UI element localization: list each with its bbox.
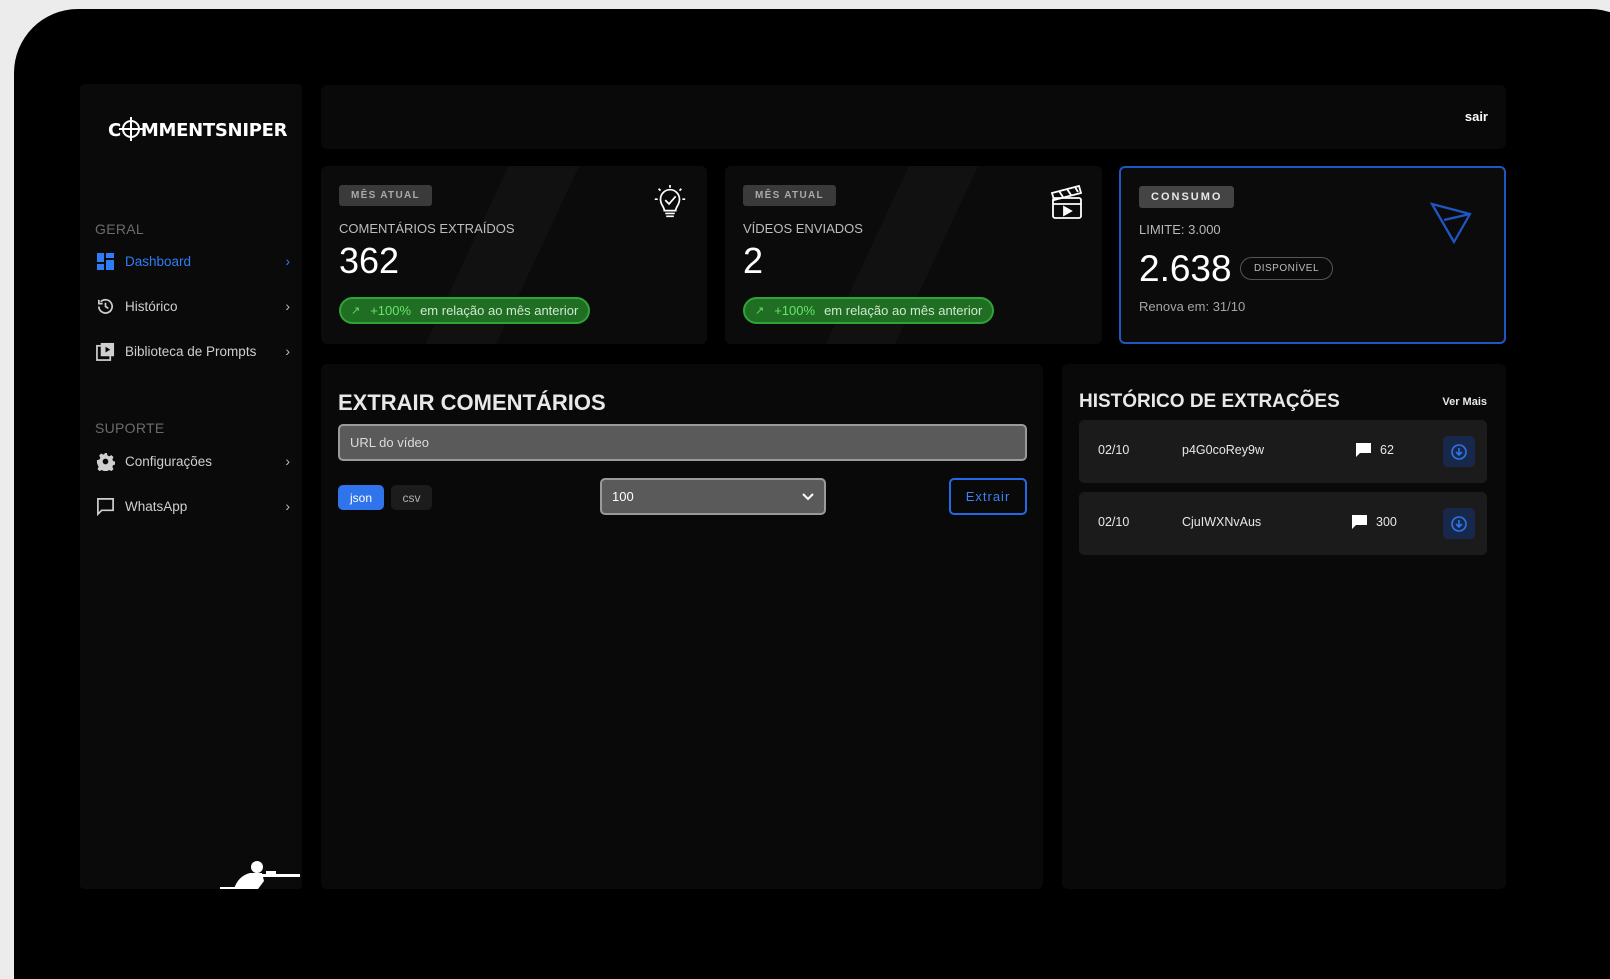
sidebar-item-label: Biblioteca de Prompts xyxy=(125,343,257,359)
extract-panel: EXTRAIR COMENTÁRIOS json csv 100 Extrair xyxy=(321,364,1043,889)
see-more-link[interactable]: Ver Mais xyxy=(1442,396,1487,408)
comment-icon xyxy=(1356,443,1371,460)
chat-icon xyxy=(95,496,115,516)
sidebar: C MMENTSNIPER GERAL Dashboard › Histórico… xyxy=(80,84,302,889)
growth-percent: +100% xyxy=(774,303,816,318)
comment-count: 62 xyxy=(1380,443,1394,457)
sidebar-item-label: Histórico xyxy=(125,298,178,314)
panel-title: EXTRAIR COMENTÁRIOS xyxy=(338,390,606,415)
renew-date: Renova em: 31/10 xyxy=(1139,299,1246,314)
stat-value: 2 xyxy=(743,240,764,281)
stat-value: 362 xyxy=(339,240,400,281)
app-frame: C MMENTSNIPER GERAL Dashboard › Histórico… xyxy=(14,9,1610,979)
extraction-date: 02/10 xyxy=(1098,515,1130,529)
video-url-input[interactable] xyxy=(338,424,1027,461)
video-id: CjuIWXNvAus xyxy=(1182,515,1262,529)
period-badge: MÊS ATUAL xyxy=(339,185,432,206)
brand-logo[interactable]: C MMENTSNIPER xyxy=(108,117,288,141)
stat-card-comments: MÊS ATUAL COMENTÁRIOS EXTRAÍDOS 362 ↗ +1… xyxy=(321,166,707,344)
comment-icon xyxy=(1352,515,1367,532)
library-play-icon xyxy=(95,341,115,361)
usage-value: 2.638 xyxy=(1139,248,1232,289)
history-panel: HISTÓRICO DE EXTRAÇÕES Ver Mais 02/10 p4… xyxy=(1062,364,1506,889)
comment-count: 300 xyxy=(1376,515,1397,529)
logout-link[interactable]: sair xyxy=(1465,109,1488,124)
video-id: p4G0coRey9w xyxy=(1182,443,1264,457)
status-badge: DISPONÍVEL xyxy=(1240,257,1334,280)
logo-text-start: C xyxy=(108,120,121,141)
stat-card-usage: CONSUMO LIMITE: 3.000 2.638 DISPONÍVEL R… xyxy=(1119,166,1506,344)
history-icon xyxy=(95,296,115,316)
clapperboard-icon xyxy=(1050,184,1084,225)
growth-text: em relação ao mês anterior xyxy=(420,303,579,318)
chevron-right-icon: › xyxy=(285,253,290,269)
usage-badge: CONSUMO xyxy=(1139,186,1235,208)
lightbulb-icon xyxy=(651,184,689,227)
download-button[interactable] xyxy=(1443,508,1475,539)
top-bar: sair xyxy=(321,85,1506,149)
extraction-date: 02/10 xyxy=(1098,443,1130,457)
crosshair-icon xyxy=(118,117,143,141)
sidebar-item-label: Configurações xyxy=(125,453,213,469)
sidebar-item-prompt-library[interactable]: Biblioteca de Prompts › xyxy=(95,339,290,363)
chevron-right-icon: › xyxy=(285,298,290,314)
usage-limit: LIMITE: 3.000 xyxy=(1139,222,1221,237)
growth-badge: ↗ +100% em relação ao mês anterior xyxy=(743,297,995,324)
sidebar-item-settings[interactable]: Configurações › xyxy=(95,449,290,473)
send-icon xyxy=(1429,200,1472,249)
chevron-down-icon xyxy=(802,489,814,504)
format-csv-button[interactable]: csv xyxy=(391,485,432,510)
sidebar-item-label: WhatsApp xyxy=(125,498,188,514)
section-label-general: GERAL xyxy=(95,221,144,237)
sidebar-item-history[interactable]: Histórico › xyxy=(95,294,290,318)
growth-text: em relação ao mês anterior xyxy=(824,303,983,318)
chevron-right-icon: › xyxy=(285,343,290,359)
trend-up-icon: ↗ xyxy=(755,305,765,317)
history-row: 02/10 CjuIWXNvAus 300 xyxy=(1079,492,1487,555)
download-icon xyxy=(1451,515,1467,532)
sniper-illustration xyxy=(220,861,300,889)
growth-badge: ↗ +100% em relação ao mês anterior xyxy=(339,297,591,324)
dashboard-grid-icon xyxy=(95,251,115,271)
trend-up-icon: ↗ xyxy=(351,305,361,317)
section-label-support: SUPORTE xyxy=(95,420,165,436)
logo-text-end: MMENTSNIPER xyxy=(140,120,288,141)
chevron-right-icon: › xyxy=(285,498,290,514)
growth-percent: +100% xyxy=(370,303,412,318)
history-row: 02/10 p4G0coRey9w 62 xyxy=(1079,420,1487,483)
quantity-select[interactable]: 100 xyxy=(600,478,826,515)
quantity-value: 100 xyxy=(612,489,634,504)
extract-button[interactable]: Extrair xyxy=(949,478,1027,515)
period-badge: MÊS ATUAL xyxy=(743,185,836,206)
stat-card-videos: MÊS ATUAL VÍDEOS ENVIADOS 2 ↗ +100% em r… xyxy=(725,166,1102,344)
format-json-button[interactable]: json xyxy=(338,485,384,510)
panel-title: HISTÓRICO DE EXTRAÇÕES xyxy=(1079,391,1340,412)
sidebar-item-label: Dashboard xyxy=(125,253,192,269)
sidebar-item-dashboard[interactable]: Dashboard › xyxy=(95,249,290,273)
download-icon xyxy=(1451,443,1467,460)
stat-label: VÍDEOS ENVIADOS xyxy=(743,221,863,236)
gear-icon xyxy=(95,451,115,471)
chevron-right-icon: › xyxy=(285,453,290,469)
sidebar-item-whatsapp[interactable]: WhatsApp › xyxy=(95,494,290,518)
stat-label: COMENTÁRIOS EXTRAÍDOS xyxy=(339,221,515,236)
download-button[interactable] xyxy=(1443,436,1475,467)
